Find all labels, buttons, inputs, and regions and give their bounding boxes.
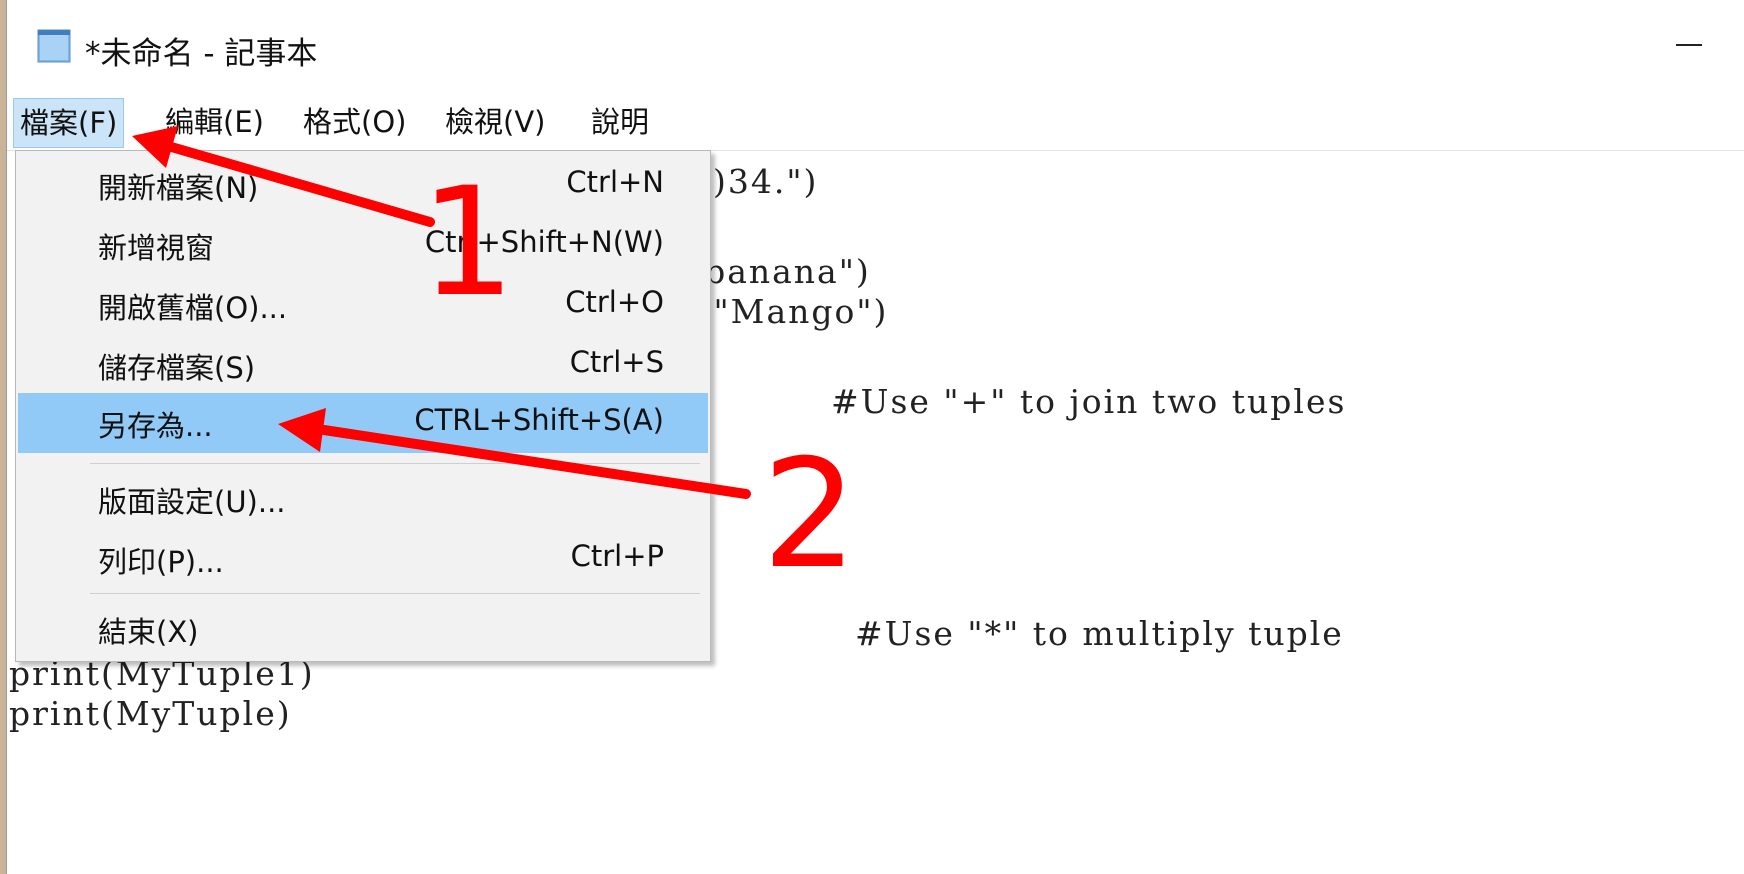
minimize-icon — [1676, 44, 1702, 46]
menu-item-label: 結束(X) — [98, 615, 199, 649]
menu-item-new[interactable]: 開新檔案(N) Ctrl+N — [18, 155, 708, 215]
menu-item-label: 列印(P)... — [98, 545, 224, 579]
menu-item-label: 另存為... — [98, 409, 213, 443]
menu-item-shortcut: CTRL+Shift+S(A) — [414, 403, 664, 437]
window-title: *未命名 - 記事本 — [85, 36, 318, 72]
title-bar[interactable]: *未命名 - 記事本 — [7, 0, 1744, 92]
menu-item-label: 儲存檔案(S) — [98, 351, 256, 385]
menu-item-label: 版面設定(U)... — [98, 485, 286, 519]
menu-item-new-window[interactable]: 新增視窗 Ctrl+Shift+N(W) — [18, 215, 708, 275]
menu-separator — [90, 463, 700, 464]
screenshot-frame: *未命名 - 記事本 檔案(F) 編輯(E) 格式(O) 檢視(V) 說明 )3… — [0, 0, 1744, 874]
menu-item-shortcut: Ctrl+S — [569, 345, 664, 379]
menu-item-print[interactable]: 列印(P)... Ctrl+P — [18, 529, 708, 589]
code-line: #Use "+" to join two tuples — [831, 382, 1347, 421]
code-line: )34.") — [713, 162, 819, 201]
menu-separator — [90, 593, 700, 594]
menu-edit[interactable]: 編輯(E) — [159, 98, 270, 146]
menu-item-label: 開啟舊檔(O)... — [98, 291, 288, 325]
menu-item-page-setup[interactable]: 版面設定(U)... — [18, 469, 708, 529]
file-menu-dropdown: 開新檔案(N) Ctrl+N 新增視窗 Ctrl+Shift+N(W) 開啟舊檔… — [15, 150, 711, 662]
menu-item-label: 開新檔案(N) — [98, 171, 259, 205]
menu-item-label: 新增視窗 — [98, 231, 215, 265]
minimize-button[interactable] — [1659, 20, 1719, 70]
menu-item-shortcut: Ctrl+P — [570, 539, 664, 573]
notepad-icon — [37, 29, 71, 63]
menu-file[interactable]: 檔案(F) — [13, 98, 125, 148]
code-line: print(MyTuple) — [9, 694, 292, 733]
menu-item-save[interactable]: 儲存檔案(S) Ctrl+S — [18, 335, 708, 395]
code-line: #Use "*" to multiply tuple — [855, 614, 1344, 653]
code-line: "Mango") — [701, 292, 889, 331]
menu-format[interactable]: 格式(O) — [297, 98, 412, 146]
menu-item-shortcut: Ctrl+N — [566, 165, 664, 199]
menu-item-exit[interactable]: 結束(X) — [18, 599, 708, 659]
code-line: 'banana") — [693, 252, 871, 291]
menu-item-open[interactable]: 開啟舊檔(O)... Ctrl+O — [18, 275, 708, 335]
menu-view[interactable]: 檢視(V) — [439, 98, 551, 146]
menu-item-shortcut: Ctrl+O — [565, 285, 664, 319]
menu-bar: 檔案(F) 編輯(E) 格式(O) 檢視(V) 說明 — [7, 96, 1744, 151]
menu-item-shortcut: Ctrl+Shift+N(W) — [424, 225, 664, 259]
menu-help[interactable]: 說明 — [585, 98, 655, 146]
menu-item-save-as[interactable]: 另存為... CTRL+Shift+S(A) — [18, 393, 708, 453]
notepad-window: *未命名 - 記事本 檔案(F) 編輯(E) 格式(O) 檢視(V) 說明 )3… — [6, 0, 1744, 874]
